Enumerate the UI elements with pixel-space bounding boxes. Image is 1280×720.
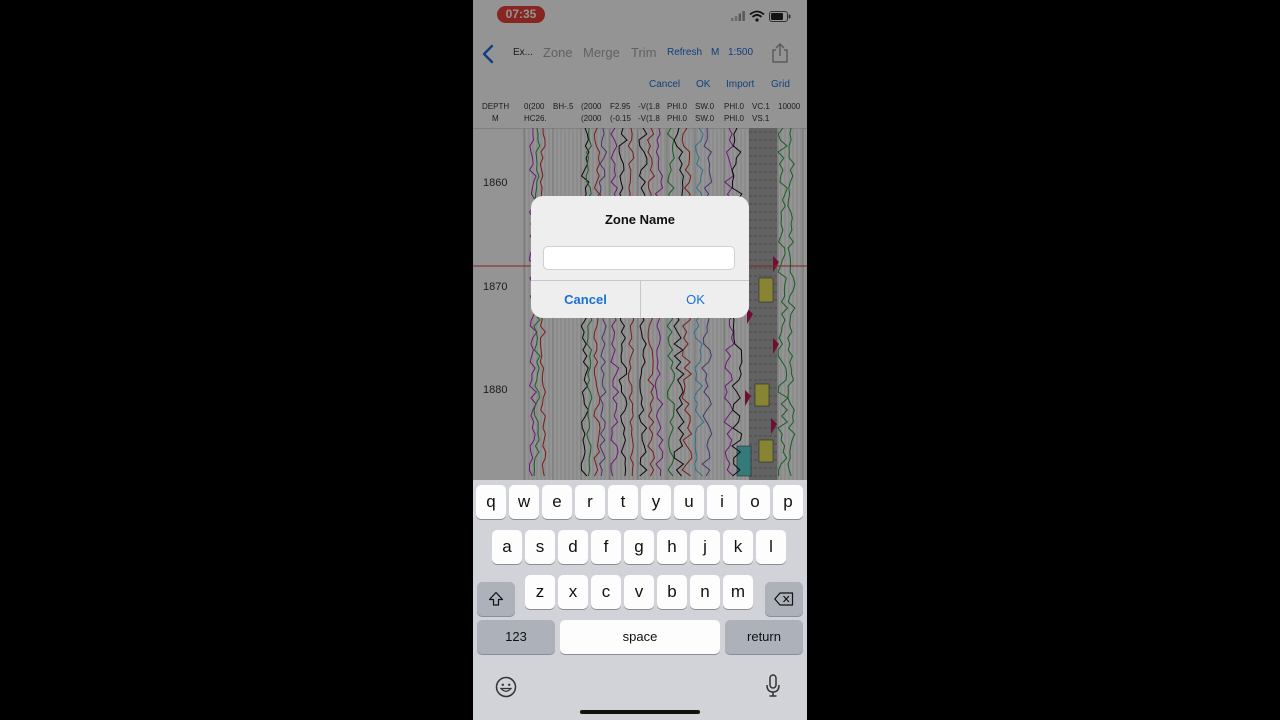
key-u[interactable]: u (674, 485, 704, 519)
key-x[interactable]: x (558, 575, 588, 609)
key-o[interactable]: o (740, 485, 770, 519)
zone-name-dialog: Zone Name Cancel OK (531, 196, 749, 318)
key-v[interactable]: v (624, 575, 654, 609)
key-a[interactable]: a (492, 530, 522, 564)
space-key[interactable]: space (560, 620, 720, 654)
key-q[interactable]: q (476, 485, 506, 519)
shift-key[interactable] (477, 582, 515, 616)
key-n[interactable]: n (690, 575, 720, 609)
key-h[interactable]: h (657, 530, 687, 564)
key-p[interactable]: p (773, 485, 803, 519)
home-indicator (580, 710, 700, 714)
phone-screen: 07:35 Ex... Zone Merge Trim Refresh M 1:… (473, 0, 807, 720)
key-m[interactable]: m (723, 575, 753, 609)
key-y[interactable]: y (641, 485, 671, 519)
microphone-icon[interactable] (765, 674, 781, 698)
dialog-cancel-button[interactable]: Cancel (531, 281, 640, 318)
key-z[interactable]: z (525, 575, 555, 609)
key-s[interactable]: s (525, 530, 555, 564)
numbers-key[interactable]: 123 (477, 620, 555, 654)
dialog-ok-button[interactable]: OK (641, 281, 749, 318)
emoji-icon[interactable] (495, 676, 517, 698)
key-t[interactable]: t (608, 485, 638, 519)
key-g[interactable]: g (624, 530, 654, 564)
key-j[interactable]: j (690, 530, 720, 564)
key-b[interactable]: b (657, 575, 687, 609)
dialog-title: Zone Name (604, 212, 676, 227)
return-key[interactable]: return (725, 620, 803, 654)
key-r[interactable]: r (575, 485, 605, 519)
onscreen-keyboard: qwertyuiop asdfghjkl zxcvbnm 123 space r… (473, 480, 807, 720)
key-i[interactable]: i (707, 485, 737, 519)
zone-name-input[interactable] (543, 246, 735, 270)
key-k[interactable]: k (723, 530, 753, 564)
backspace-icon (774, 592, 794, 606)
key-f[interactable]: f (591, 530, 621, 564)
key-e[interactable]: e (542, 485, 572, 519)
key-l[interactable]: l (756, 530, 786, 564)
key-w[interactable]: w (509, 485, 539, 519)
key-d[interactable]: d (558, 530, 588, 564)
shift-arrow-icon (488, 591, 504, 606)
delete-key[interactable] (765, 582, 803, 616)
key-c[interactable]: c (591, 575, 621, 609)
